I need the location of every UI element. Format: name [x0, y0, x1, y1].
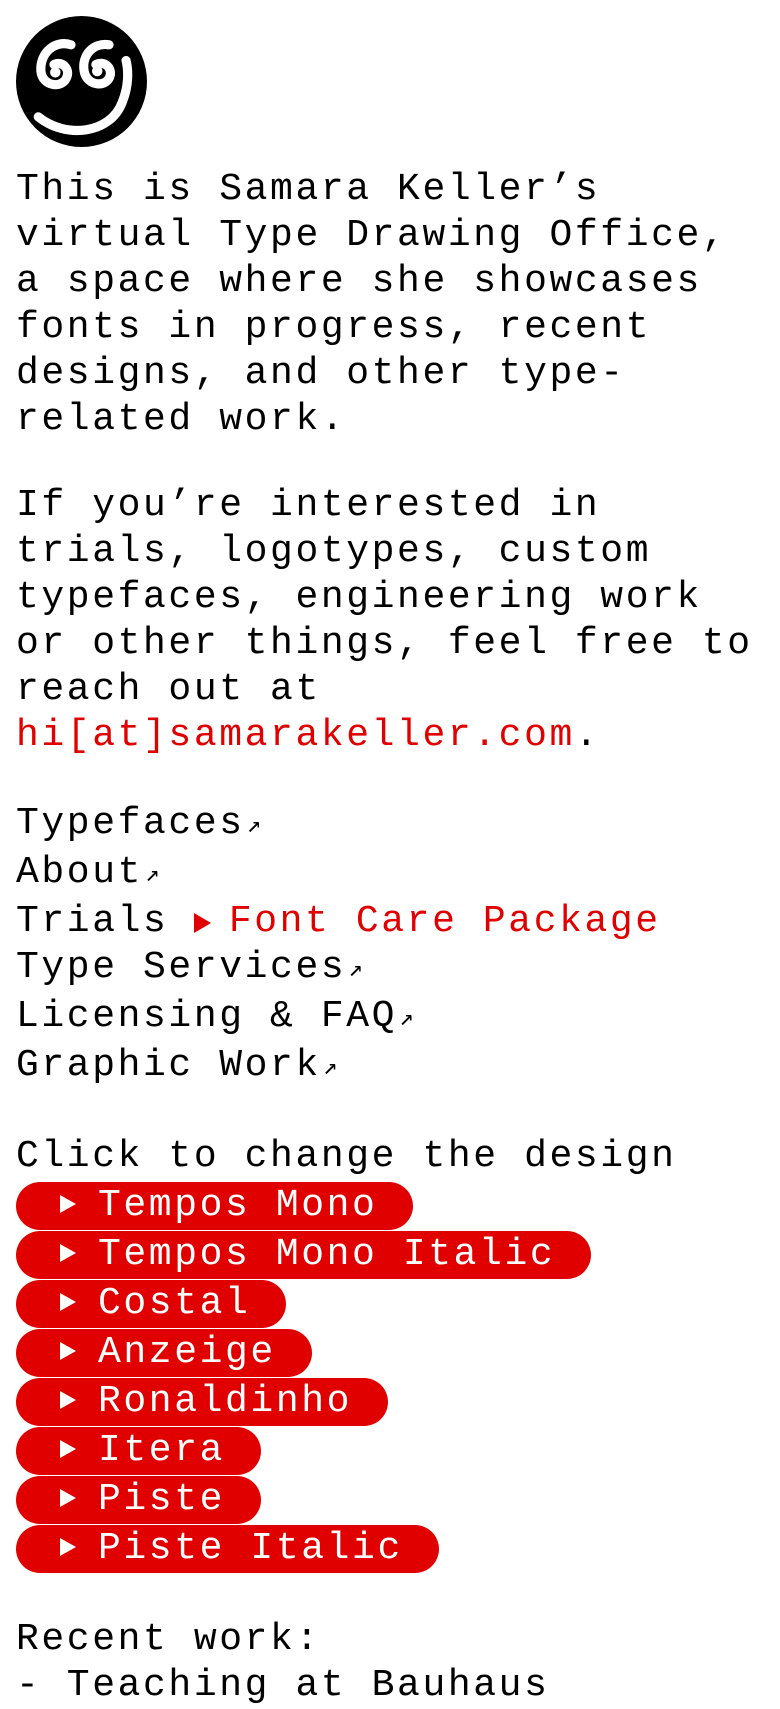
play-triangle-icon — [60, 1538, 76, 1556]
contact-text: If you’re interested in trials, logotype… — [16, 484, 779, 711]
nav-item-label: Typefaces — [16, 802, 245, 845]
contact-end: . — [574, 714, 601, 757]
recent-work-heading: Recent work: — [16, 1618, 321, 1661]
design-option-label: Ronaldinho — [98, 1380, 353, 1423]
external-arrow-icon: ↗ — [348, 957, 363, 984]
email-link[interactable]: hi[at]samarakeller.com — [16, 714, 575, 757]
design-option-anzeige[interactable]: Anzeige — [16, 1329, 312, 1377]
play-triangle-icon — [60, 1244, 76, 1262]
play-triangle-icon — [193, 913, 211, 933]
design-option-label: Anzeige — [98, 1331, 276, 1374]
nav-item-label: Licensing & FAQ — [16, 995, 398, 1038]
external-arrow-icon: ↗ — [246, 813, 262, 840]
nav-item-licensing-faq[interactable]: Licensing & FAQ↗ — [16, 994, 764, 1043]
external-arrow-icon: ↗ — [399, 1006, 414, 1033]
play-triangle-icon — [60, 1342, 76, 1360]
page: This is Samara Keller’s virtual Type Dra… — [0, 0, 764, 1709]
external-arrow-icon: ↗ — [145, 862, 160, 889]
font-care-package-link[interactable]: Font Care Package — [229, 900, 661, 943]
play-triangle-icon — [60, 1489, 76, 1507]
nav-item-typefaces[interactable]: Typefaces↗ — [16, 801, 764, 850]
contact-paragraph: If you’re interested in trials, logotype… — [16, 483, 764, 759]
play-triangle-icon — [60, 1440, 76, 1458]
design-option-label: Tempos Mono Italic — [98, 1233, 556, 1276]
nav-item-label: Graphic Work — [16, 1044, 321, 1087]
nav-item-label: About — [16, 851, 144, 894]
design-option-label: Piste Italic — [98, 1527, 403, 1570]
recent-work: Recent work: - Teaching at Bauhaus — [16, 1617, 764, 1709]
nav-item-trials[interactable]: Trials Font Care Package — [16, 899, 764, 945]
play-triangle-icon — [60, 1391, 76, 1409]
design-options: Tempos Mono Tempos Mono Italic Costal An… — [16, 1182, 764, 1573]
intro-paragraph: This is Samara Keller’s virtual Type Dra… — [16, 168, 753, 441]
main-nav: Typefaces↗ About↗ Trials Font Care Packa… — [16, 801, 764, 1092]
play-triangle-icon — [60, 1195, 76, 1213]
design-option-label: Costal — [98, 1282, 251, 1325]
nav-item-type-services[interactable]: Type Services↗ — [16, 945, 764, 994]
nav-item-about[interactable]: About↗ — [16, 850, 764, 899]
recent-work-item[interactable]: - Teaching at Bauhaus — [16, 1663, 764, 1709]
design-option-tempos-mono-italic[interactable]: Tempos Mono Italic — [16, 1231, 592, 1279]
design-switch-heading: Click to change the design — [16, 1135, 677, 1178]
design-option-label: Piste — [98, 1478, 226, 1521]
nav-item-label: Trials — [16, 900, 169, 943]
design-option-label: Tempos Mono — [98, 1184, 378, 1227]
design-option-piste-italic[interactable]: Piste Italic — [16, 1525, 439, 1573]
design-option-costal[interactable]: Costal — [16, 1280, 287, 1328]
nav-item-graphic-work[interactable]: Graphic Work↗ — [16, 1043, 764, 1092]
design-option-label: Itera — [98, 1429, 226, 1472]
design-option-piste[interactable]: Piste — [16, 1476, 262, 1524]
design-option-ronaldinho[interactable]: Ronaldinho — [16, 1378, 389, 1426]
external-arrow-icon: ↗ — [322, 1055, 338, 1082]
design-option-tempos-mono[interactable]: Tempos Mono — [16, 1182, 414, 1230]
nav-item-label: Type Services — [16, 946, 347, 989]
smiley-quote-logo-icon[interactable] — [16, 16, 147, 147]
play-triangle-icon — [60, 1293, 76, 1311]
design-option-itera[interactable]: Itera — [16, 1427, 262, 1475]
